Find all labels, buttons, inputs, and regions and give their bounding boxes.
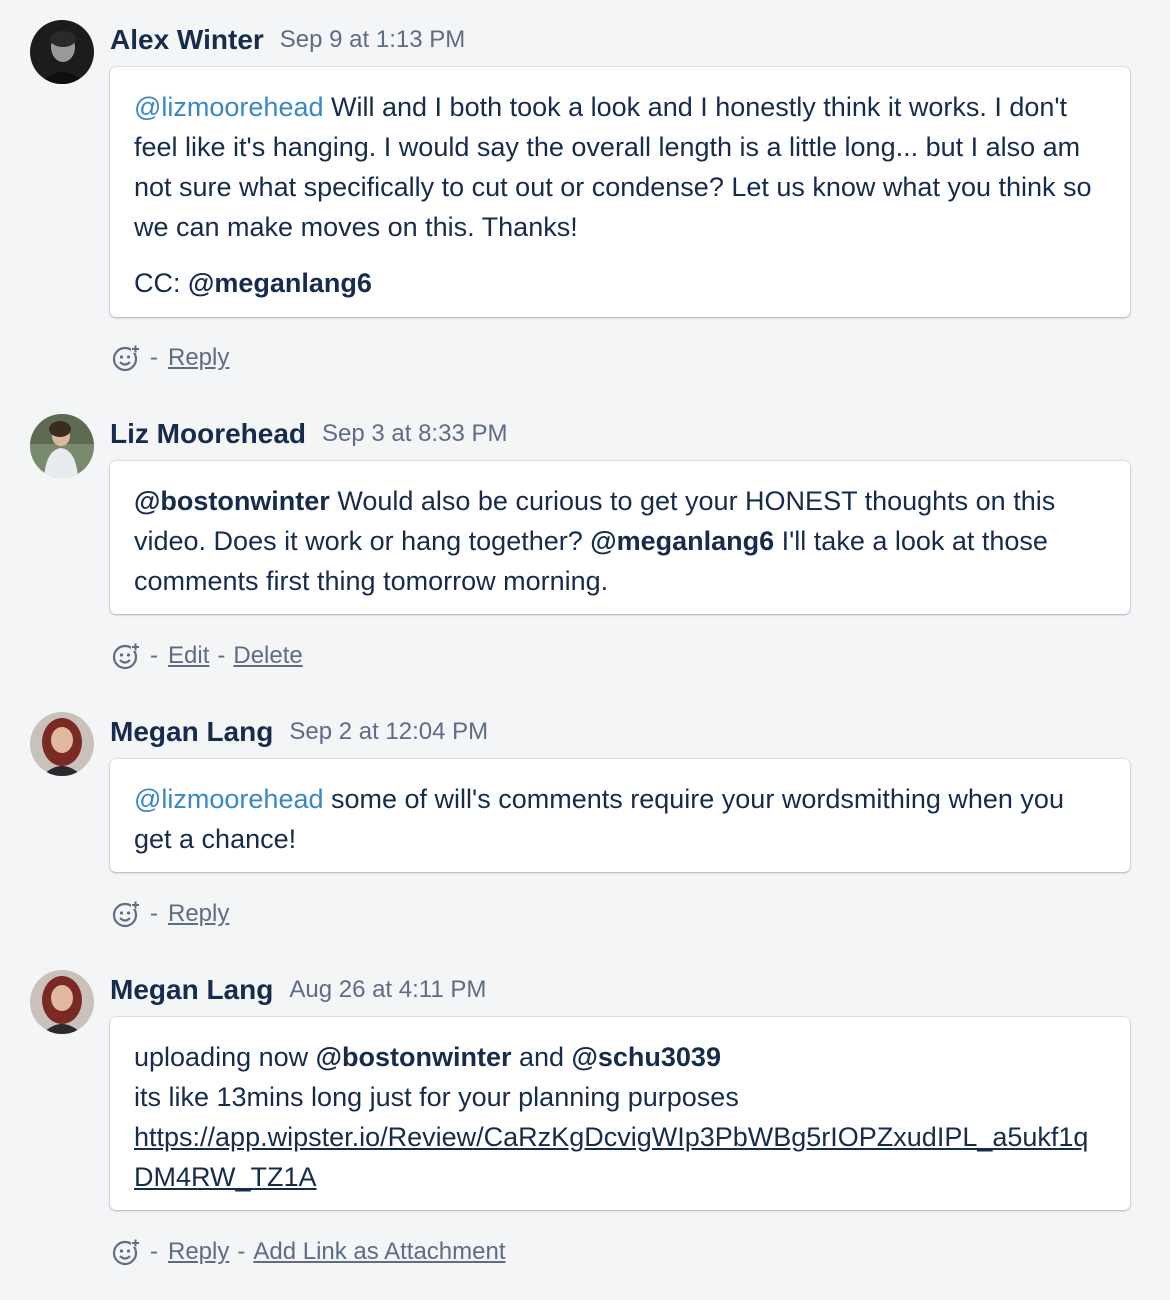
add-reaction-icon[interactable] <box>112 1238 140 1266</box>
avatar-alex-winter[interactable] <box>30 20 94 84</box>
comment-header: Megan Lang Sep 2 at 12:04 PM <box>110 712 488 752</box>
comment-text: @bostonwinter Would also be curious to g… <box>134 481 1106 601</box>
mention[interactable]: @bostonwinter <box>134 486 330 516</box>
action-separator: - <box>150 344 158 371</box>
comment-text: uploading now @bostonwinter and @schu303… <box>134 1037 1106 1197</box>
comment-body: uploading now @bostonwinter and @schu303… <box>110 1017 1130 1210</box>
comment-timestamp[interactable]: Aug 26 at 4:11 PM <box>289 976 486 1004</box>
action-separator: - <box>150 900 158 927</box>
comment-actions: - Reply <box>112 342 229 374</box>
comment-text: @lizmoorehead some of will's comments re… <box>134 779 1106 859</box>
author-name[interactable]: Alex Winter <box>110 24 264 56</box>
comment-text-segment: its like 13mins long just for your plann… <box>134 1082 739 1112</box>
comment-actions: - Edit - Delete <box>112 640 303 672</box>
mention[interactable]: @bostonwinter <box>316 1042 512 1072</box>
action-separator: - <box>237 1238 246 1265</box>
review-url-link[interactable]: https://app.wipster.io/Review/CaRzKgDcvi… <box>134 1122 1088 1192</box>
comment-timestamp[interactable]: Sep 9 at 1:13 PM <box>280 26 465 54</box>
add-link-as-attachment-link[interactable]: Add Link as Attachment <box>253 1238 505 1266</box>
comment-text-segment: and <box>511 1042 572 1072</box>
cc-label: CC: <box>134 268 188 298</box>
add-reaction-icon[interactable] <box>112 344 140 372</box>
comment-actions: - Reply - Add Link as Attachment <box>112 1236 506 1268</box>
delete-link[interactable]: Delete <box>233 642 302 670</box>
reply-link[interactable]: Reply <box>168 900 229 928</box>
avatar-megan-lang[interactable] <box>30 970 94 1034</box>
user-photo-icon <box>30 20 94 84</box>
add-reaction-icon[interactable] <box>112 900 140 928</box>
reply-link[interactable]: Reply <box>168 1238 229 1266</box>
author-name[interactable]: Megan Lang <box>110 716 273 748</box>
comment-feed: Alex Winter Sep 9 at 1:13 PM @lizmoorehe… <box>0 0 1170 1300</box>
action-separator: - <box>150 642 158 669</box>
author-name[interactable]: Megan Lang <box>110 974 273 1006</box>
mention-link[interactable]: @lizmoorehead <box>134 92 324 122</box>
comment-actions: - Reply <box>112 898 229 930</box>
mention-link[interactable]: @lizmoorehead <box>134 784 324 814</box>
cc-line: CC: @meganlang6 <box>134 263 1106 303</box>
user-photo-icon <box>30 414 94 478</box>
comment-body: @lizmoorehead some of will's comments re… <box>110 759 1130 872</box>
comment-body: @bostonwinter Would also be curious to g… <box>110 461 1130 614</box>
author-name[interactable]: Liz Moorehead <box>110 418 306 450</box>
comment-text: @lizmoorehead Will and I both took a loo… <box>134 87 1106 247</box>
comment-text-segment: uploading now <box>134 1042 316 1072</box>
mention[interactable]: @meganlang6 <box>590 526 774 556</box>
avatar-megan-lang[interactable] <box>30 712 94 776</box>
mention[interactable]: @meganlang6 <box>188 268 372 298</box>
action-separator: - <box>217 642 226 669</box>
action-separator: - <box>150 1238 158 1265</box>
user-photo-icon <box>30 970 94 1034</box>
comment-timestamp[interactable]: Sep 2 at 12:04 PM <box>289 718 488 746</box>
reply-link[interactable]: Reply <box>168 344 229 372</box>
mention[interactable]: @schu3039 <box>572 1042 721 1072</box>
edit-link[interactable]: Edit <box>168 642 209 670</box>
comment-body: @lizmoorehead Will and I both took a loo… <box>110 67 1130 317</box>
comment-timestamp[interactable]: Sep 3 at 8:33 PM <box>322 420 507 448</box>
avatar-liz-moorehead[interactable] <box>30 414 94 478</box>
comment-header: Megan Lang Aug 26 at 4:11 PM <box>110 970 486 1010</box>
comment-header: Liz Moorehead Sep 3 at 8:33 PM <box>110 414 507 454</box>
add-reaction-icon[interactable] <box>112 642 140 670</box>
user-photo-icon <box>30 712 94 776</box>
comment-header: Alex Winter Sep 9 at 1:13 PM <box>110 20 465 60</box>
